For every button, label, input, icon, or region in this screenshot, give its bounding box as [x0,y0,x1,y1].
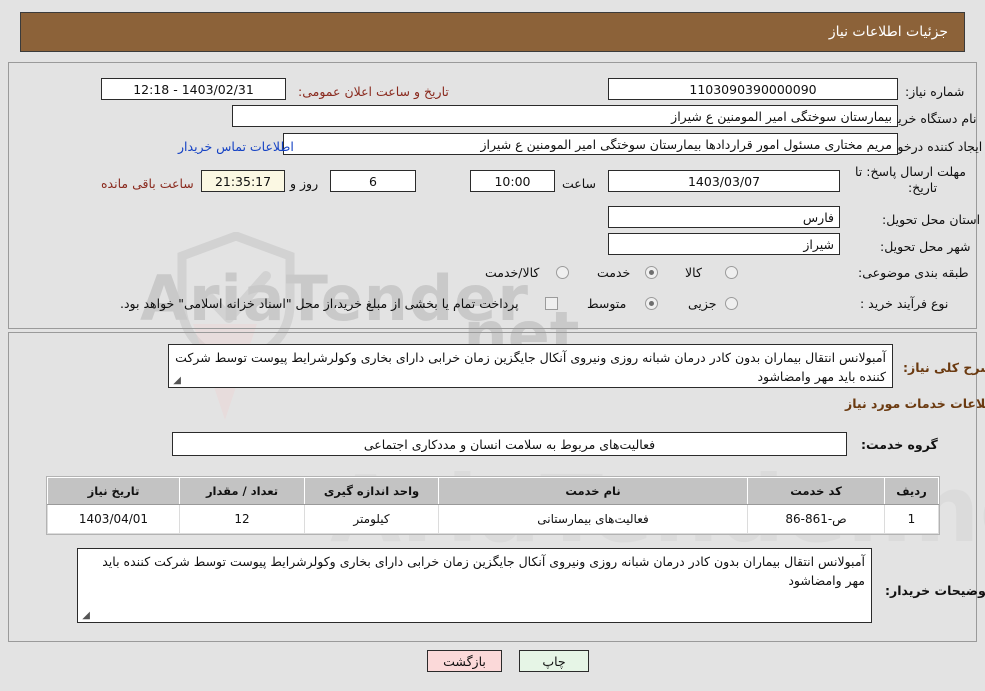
countdown-timer: 21:35:17 [201,170,285,192]
process-type-label: نوع فرآیند خرید : [860,296,949,311]
city-label: شهر محل تحویل: [880,239,971,254]
buyer-notes-text: آمبولانس انتقال بیماران بدون کادر درمان … [102,554,865,589]
cell-date: 1403/04/01 [47,504,180,534]
radio-service[interactable] [645,266,658,279]
deadline-label-line2: تاریخ: [908,180,938,195]
city-value: شیراز [608,233,840,255]
th-qty: تعداد / مقدار [179,477,305,505]
announce-label: تاریخ و ساعت اعلان عمومی: [298,84,449,99]
buyer-notes-textarea[interactable]: آمبولانس انتقال بیماران بدون کادر درمان … [77,548,872,623]
resize-grip-icon-notes[interactable]: ◢ [80,611,90,621]
buyer-org-value: بیمارستان سوختگی امیر المومنین ع شیراز [232,105,898,127]
buyer-notes-label: توضیحات خریدار: [885,583,985,598]
deadline-date-value: 1403/03/07 [608,170,840,192]
th-unit: واحد اندازه گیری [304,477,439,505]
back-button[interactable]: بازگشت [427,650,502,672]
service-group-label: گروه خدمت: [861,437,938,452]
treasury-bonds-label: پرداخت تمام یا بخشی از مبلغ خرید،از محل … [120,296,519,311]
cell-unit: کیلومتر [304,504,439,534]
radio-goods-label: کالا [685,265,702,280]
radio-medium[interactable] [645,297,658,310]
announce-value: 1403/02/31 - 12:18 [101,78,286,100]
cell-row: 1 [884,504,939,534]
province-value: فارس [608,206,840,228]
radio-minor-label: جزیی [688,296,717,311]
cell-name: فعالیت‌های بیمارستانی [438,504,748,534]
deadline-time-value: 10:00 [470,170,555,192]
services-section-title: اطلاعات خدمات مورد نیاز [845,396,985,411]
remaining-days-label: روز و [290,176,319,191]
page-header: جزئیات اطلاعات نیاز [20,12,965,52]
page-title: جزئیات اطلاعات نیاز [828,24,948,40]
radio-service-label: خدمت [597,265,631,280]
treasury-bonds-checkbox[interactable] [545,297,558,310]
deadline-label-line1: مهلت ارسال پاسخ: تا [855,164,966,179]
services-table: ردیف کد خدمت نام خدمت واحد اندازه گیری ت… [46,476,940,535]
deadline-hour-label: ساعت [562,176,597,191]
need-number-value: 1103090390000090 [608,78,898,100]
radio-goods-service-label: کالا/خدمت [485,265,540,280]
province-label: استان محل تحویل: [882,212,981,227]
category-label: طبقه بندی موضوعی: [858,265,969,280]
buyer-contact-link[interactable]: اطلاعات تماس خریدار [178,139,294,154]
summary-textarea[interactable]: آمبولانس انتقال بیماران بدون کادر درمان … [168,344,893,388]
th-date: تاریخ نیاز [47,477,180,505]
th-code: کد خدمت [747,477,885,505]
table-row: 1 ص-861-86 فعالیت‌های بیمارستانی کیلومتر… [47,504,939,534]
service-group-value: فعالیت‌های مربوط به سلامت انسان و مددکار… [172,432,847,456]
remaining-hours-label: ساعت باقی مانده [101,176,194,191]
remaining-days-value: 6 [330,170,416,192]
service-group-text: فعالیت‌های مربوط به سلامت انسان و مددکار… [363,436,656,452]
cell-qty: 12 [179,504,305,534]
radio-medium-label: متوسط [587,296,627,311]
table-header-row: ردیف کد خدمت نام خدمت واحد اندازه گیری ت… [47,477,939,505]
summary-label: شرح کلی نیاز: [903,360,985,375]
th-name: نام خدمت [438,477,748,505]
need-info-panel [8,62,977,329]
radio-goods[interactable] [725,266,738,279]
print-button[interactable]: چاپ [519,650,589,672]
radio-goods-service[interactable] [556,266,569,279]
th-row: ردیف [884,477,939,505]
need-number-label: شماره نیاز: [905,84,965,99]
requester-value: مریم مختاری مسئول امور قراردادها بیمارست… [283,133,898,155]
radio-minor[interactable] [725,297,738,310]
cell-code: ص-861-86 [747,504,885,534]
summary-text: آمبولانس انتقال بیماران بدون کادر درمان … [175,350,886,385]
resize-grip-icon[interactable]: ◢ [171,376,181,386]
